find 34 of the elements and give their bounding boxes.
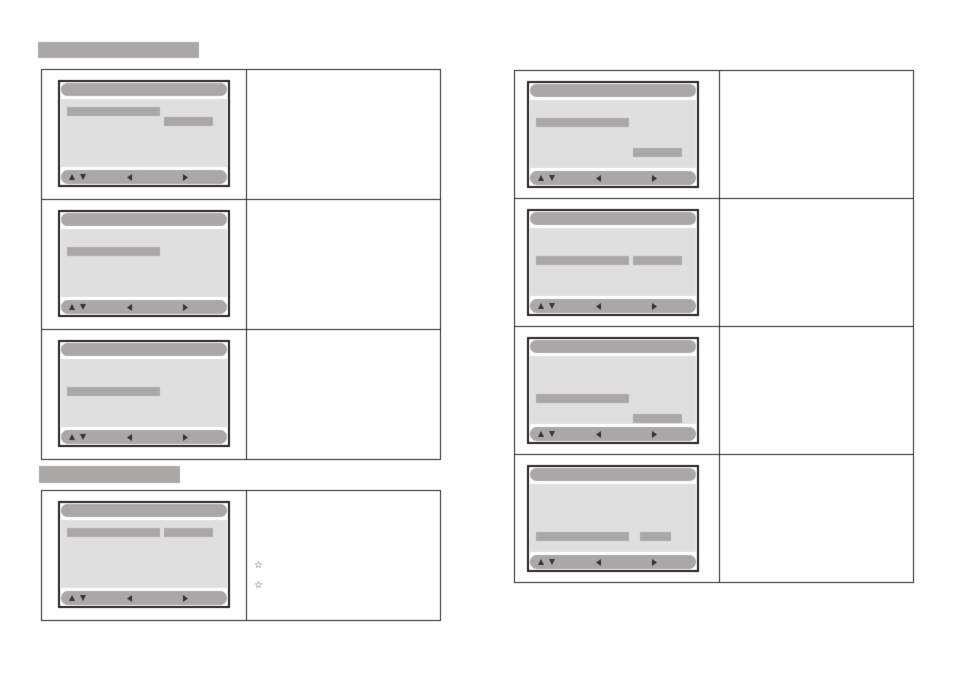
right-arrow-icon — [652, 430, 657, 438]
up-arrow-icon — [69, 304, 75, 310]
up-arrow-icon — [538, 559, 544, 565]
star-bullet: ☆ — [254, 559, 263, 573]
right-arrow-icon — [652, 174, 657, 182]
right-arrow-icon — [652, 302, 657, 310]
left-arrow-icon — [596, 558, 601, 566]
right-arrow-icon — [183, 434, 188, 440]
up-arrow-icon — [538, 431, 544, 437]
down-arrow-icon — [549, 431, 555, 437]
right-arrow-icon — [652, 558, 657, 566]
down-arrow-icon — [80, 434, 86, 440]
star-bullet: ☆ — [254, 579, 263, 593]
up-arrow-icon — [69, 434, 75, 440]
up-arrow-icon — [538, 175, 544, 181]
left-arrow-icon — [127, 304, 132, 310]
left-arrow-icon — [127, 434, 132, 440]
down-arrow-icon — [549, 559, 555, 565]
down-arrow-icon — [549, 175, 555, 181]
down-arrow-icon — [80, 174, 86, 180]
up-arrow-icon — [69, 174, 75, 180]
down-arrow-icon — [549, 303, 555, 309]
up-arrow-icon — [69, 595, 75, 601]
left-arrow-icon — [127, 174, 132, 180]
down-arrow-icon — [80, 304, 86, 310]
left-arrow-icon — [596, 174, 601, 182]
left-arrow-icon — [596, 430, 601, 438]
right-arrow-icon — [183, 304, 188, 310]
down-arrow-icon — [80, 595, 86, 601]
left-arrow-icon — [127, 594, 132, 602]
up-arrow-icon — [538, 303, 544, 309]
right-arrow-icon — [183, 594, 188, 602]
left-arrow-icon — [596, 302, 601, 310]
right-arrow-icon — [183, 174, 188, 180]
